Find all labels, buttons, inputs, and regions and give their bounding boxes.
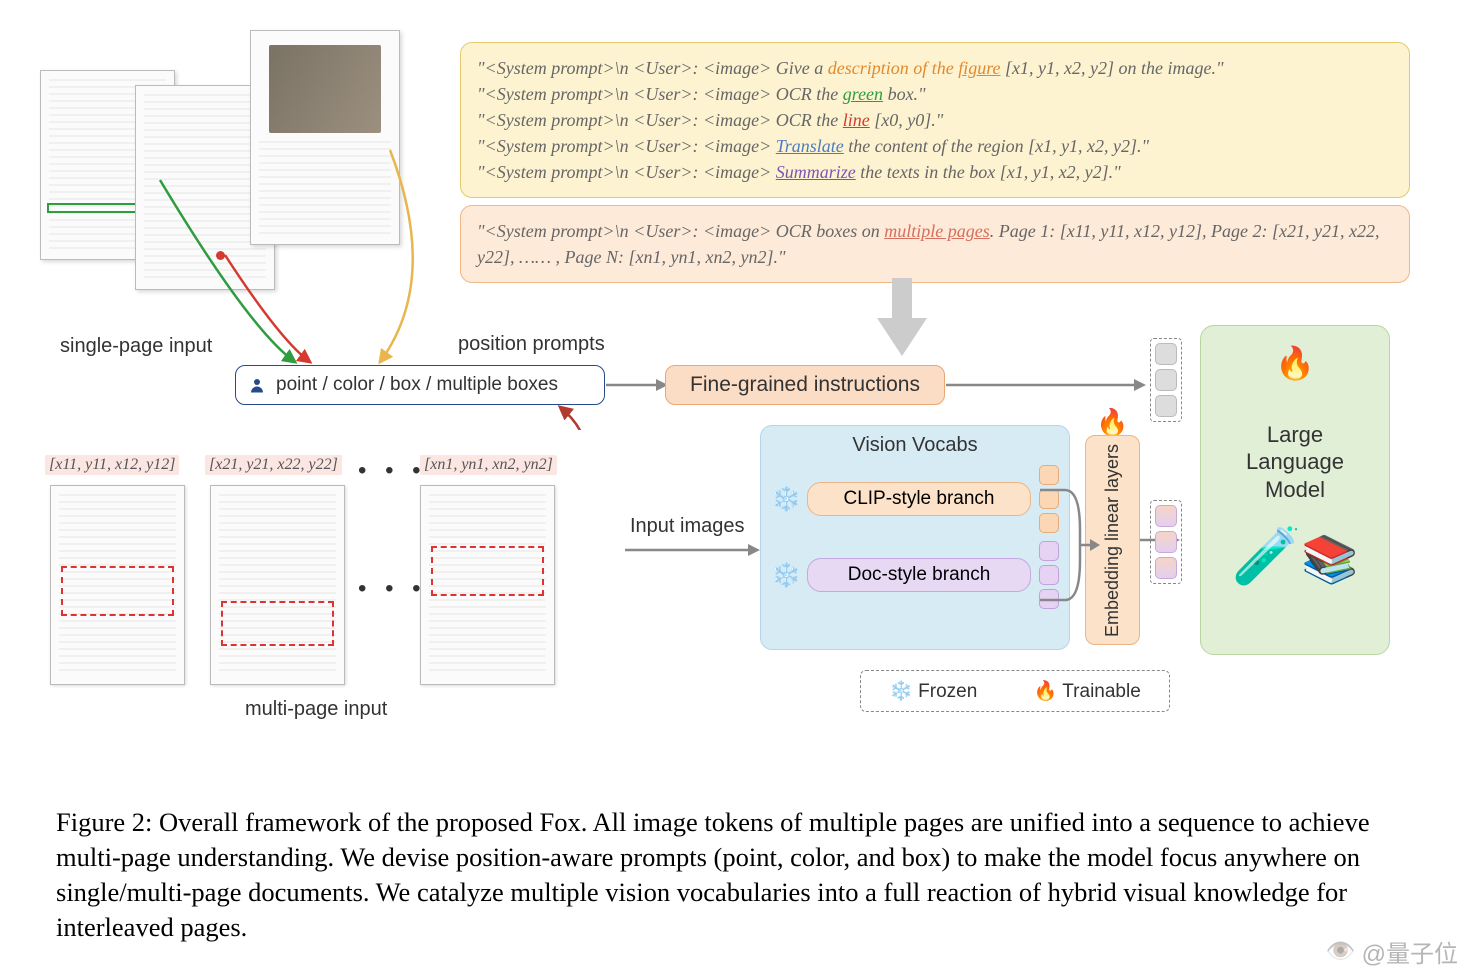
multipage-coord-2: [x21, y21, x22, y22] <box>205 455 342 475</box>
snowflake-icon: ❄️ <box>771 561 799 590</box>
ellipsis-icon: • • • <box>358 457 427 485</box>
vision-vocabs-panel: Vision Vocabs ❄️ CLIP-style branch ❄️ Do… <box>760 425 1070 650</box>
legend-trainable: 🔥 Trainable <box>1034 679 1141 703</box>
multipage-coord-n: [xn1, yn1, xn2, yn2] <box>420 455 557 475</box>
prompt-line-5: "<System prompt>\n <User>: <image> Summa… <box>477 159 1393 185</box>
prompt-line-3: "<System prompt>\n <User>: <image> OCR t… <box>477 107 1393 133</box>
embedding-layers-text: Embedding linear layers <box>1102 443 1123 636</box>
multi-page-doc-thumb <box>50 485 185 685</box>
dashed-box-icon <box>431 546 544 596</box>
red-point-icon <box>216 251 225 260</box>
snowflake-icon: ❄️ <box>771 485 799 514</box>
ellipsis-icon: • • • <box>358 575 427 603</box>
dashed-box-icon <box>221 601 334 646</box>
prompt-line-2: "<System prompt>\n <User>: <image> OCR t… <box>477 81 1393 107</box>
multi-page-prompts-box: "<System prompt>\n <User>: <image> OCR b… <box>460 205 1410 283</box>
multipage-coord-1: [x11, y11, x12, y12] <box>45 455 179 475</box>
weibo-icon: 👁️ <box>1326 937 1356 966</box>
token-icon <box>1155 343 1177 365</box>
token-icon <box>1155 369 1177 391</box>
single-page-prompts-box: "<System prompt>\n <User>: <image> Give … <box>460 42 1410 198</box>
legend-box: ❄️ Frozen 🔥 Trainable <box>860 670 1170 712</box>
llm-text: LargeLanguageModel <box>1246 421 1344 504</box>
snowflake-icon: ❄️ <box>889 681 913 702</box>
clip-branch-pill: CLIP-style branch <box>807 482 1031 517</box>
token-icon <box>1155 505 1177 527</box>
dashed-box-icon <box>61 566 174 616</box>
fine-grained-instructions-box: Fine-grained instructions <box>665 365 945 405</box>
user-icon <box>248 376 266 394</box>
token-icon <box>1155 557 1177 579</box>
figure-region-icon <box>269 45 381 133</box>
doc-branch-row: ❄️ Doc-style branch <box>771 541 1059 609</box>
doc-branch-pill: Doc-style branch <box>807 558 1031 593</box>
fire-icon: 🔥 <box>1275 344 1315 382</box>
position-prompts-label: position prompts <box>458 333 605 356</box>
fire-icon: 🔥 <box>1034 681 1058 702</box>
image-token-stack <box>1150 500 1182 584</box>
llm-panel: 🔥 LargeLanguageModel 🧪📚 <box>1200 325 1390 655</box>
multi-page-doc-thumb <box>210 485 345 685</box>
arrow-right-icon <box>625 540 760 560</box>
token-icon <box>1155 395 1177 417</box>
instruction-token-stack <box>1150 338 1182 422</box>
merge-arrows-icon <box>1040 460 1100 630</box>
arrow-right-icon <box>606 375 668 395</box>
input-images-label: Input images <box>630 515 745 538</box>
vision-vocabs-title: Vision Vocabs <box>771 434 1059 457</box>
prompt-line-1: "<System prompt>\n <User>: <image> Give … <box>477 55 1393 81</box>
watermark: 👁️ @量子位 <box>1326 934 1458 969</box>
multi-page-doc-thumb <box>420 485 555 685</box>
clip-branch-row: ❄️ CLIP-style branch <box>771 465 1059 533</box>
legend-frozen: ❄️ Frozen <box>889 679 977 703</box>
token-icon <box>1155 531 1177 553</box>
arrow-right-icon <box>946 375 1146 395</box>
position-prompt-types: point / color / box / multiple boxes <box>235 365 605 405</box>
llm-icon: 🧪📚 <box>1231 523 1358 589</box>
single-page-doc-thumb <box>250 30 400 245</box>
multi-page-label: multi-page input <box>245 698 387 721</box>
single-page-label: single-page input <box>60 335 212 358</box>
figure-caption: Figure 2: Overall framework of the propo… <box>56 805 1420 945</box>
architecture-diagram: "<System prompt>\n <User>: <image> Give … <box>40 30 1440 780</box>
prompt-line-4: "<System prompt>\n <User>: <image> Trans… <box>477 133 1393 159</box>
arrow-down-icon <box>872 278 932 358</box>
position-prompt-types-text: point / color / box / multiple boxes <box>276 374 558 396</box>
fire-icon: 🔥 <box>1096 408 1128 438</box>
